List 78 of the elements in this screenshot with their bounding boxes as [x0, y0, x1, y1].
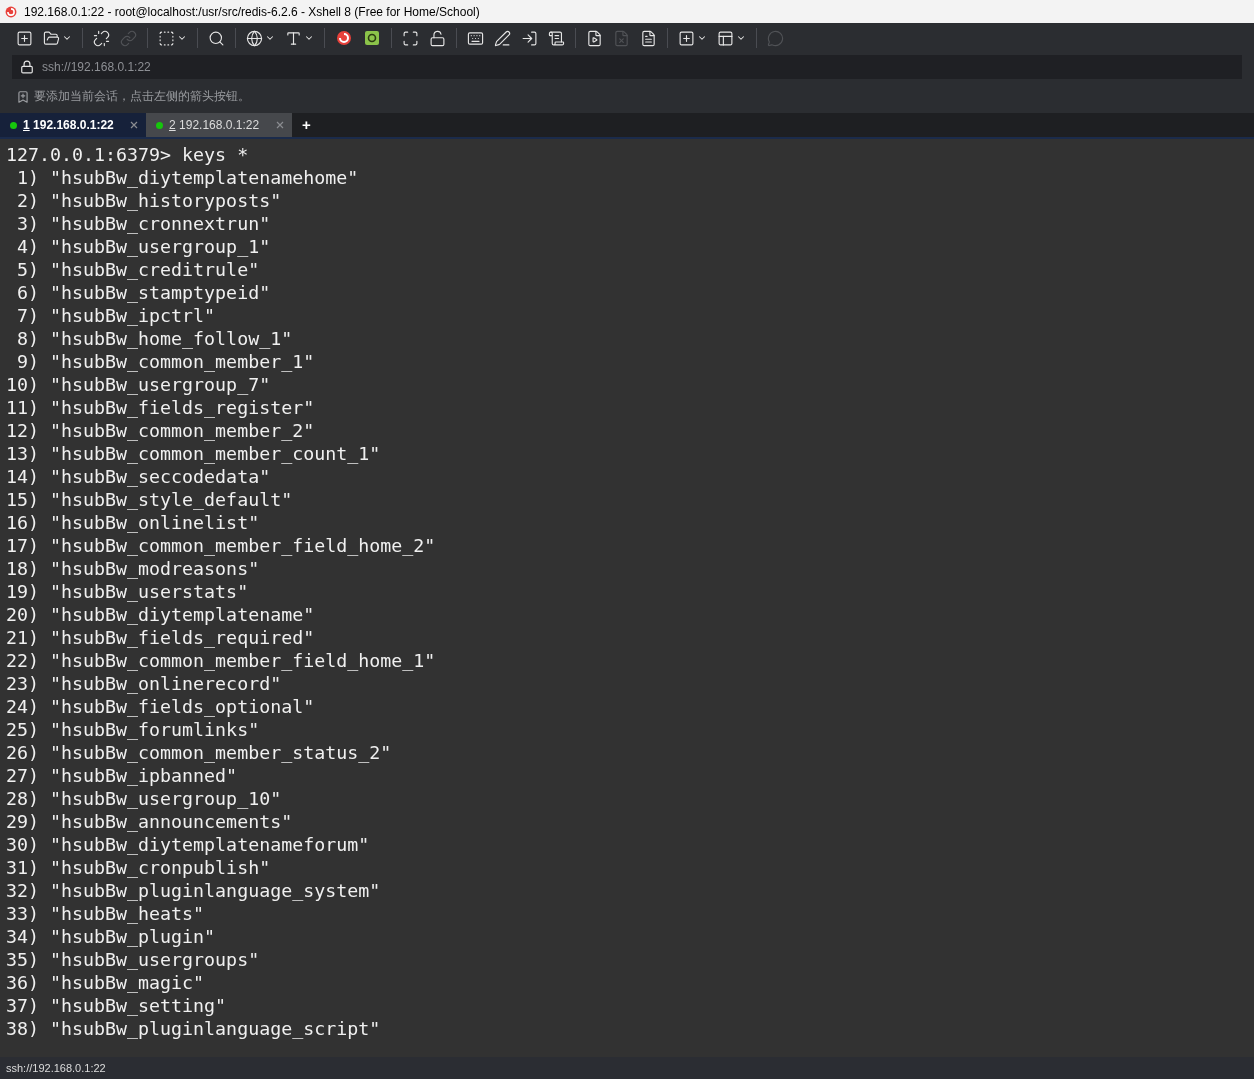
document-icon: [640, 29, 657, 47]
terminal-line: 5) "hsubBw_creditrule": [16, 258, 260, 281]
lock-icon: [20, 60, 34, 74]
terminal-line: 30) "hsubBw_diytemplatenameforum": [6, 833, 370, 856]
terminal-line: 27) "hsubBw_ipbanned": [6, 764, 238, 787]
terminal-line: 19) "hsubBw_userstats": [6, 580, 249, 603]
link-icon: [120, 29, 137, 47]
terminal-line: 2) "hsubBw_historyposts": [16, 189, 282, 212]
globe-icon: [246, 29, 263, 47]
folder-icon: [43, 29, 60, 47]
terminal-line: 3) "hsubBw_cronnextrun": [16, 212, 271, 235]
terminal-line: 28) "hsubBw_usergroup_10": [6, 787, 282, 810]
terminal-line: 21) "hsubBw_fields_required": [6, 626, 315, 649]
document-icon: [613, 29, 630, 47]
terminal-line: 1) "hsubBw_diytemplatenamehome": [16, 166, 359, 189]
terminal-line: 15) "hsubBw_style_default": [6, 488, 293, 511]
terminal-line: 13) "hsubBw_common_member_count_1": [6, 442, 381, 465]
terminal-line: 16) "hsubBw_onlinelist": [6, 511, 260, 534]
play-document-icon: [586, 29, 603, 47]
terminal-line: 37) "hsubBw_setting": [6, 994, 227, 1017]
terminal-line: 31) "hsubBw_cronpublish": [6, 856, 271, 879]
terminal-line: 22) "hsubBw_common_member_field_home_1": [6, 649, 436, 672]
chat-icon: [767, 29, 784, 47]
terminal-line: 29) "hsubBw_announcements": [6, 810, 293, 833]
terminal-line: 36) "hsubBw_magic": [6, 971, 205, 994]
add-tab-icon: [678, 29, 695, 47]
caret-icon: [304, 33, 314, 43]
search-icon: [208, 29, 225, 47]
session-hint: 要添加当前会话，点击左侧的箭头按钮。: [34, 89, 250, 105]
address-bar[interactable]: ssh://192.168.0.1:22: [12, 55, 1242, 79]
swirl-logo-icon: [335, 29, 353, 47]
terminal-line: 14) "hsubBw_seccodedata": [6, 465, 271, 488]
terminal-line: 24) "hsubBw_fields_optional": [6, 695, 315, 718]
terminal-line: 20) "hsubBw_diytemplatename": [6, 603, 315, 626]
xftp-logo-icon: [363, 29, 381, 47]
terminal-line: 6) "hsubBw_stamptypeid": [16, 281, 271, 304]
terminal-line: 26) "hsubBw_common_member_status_2": [6, 741, 392, 764]
terminal-line: 127.0.0.1:6379> keys *: [6, 143, 249, 166]
terminal-line: 35) "hsubBw_usergroups": [6, 948, 260, 971]
terminal-line: 23) "hsubBw_onlinerecord": [6, 672, 282, 695]
terminal-line: 11) "hsubBw_fields_register": [6, 396, 315, 419]
layout-icon: [717, 29, 734, 47]
session-tab[interactable]: 1 192.168.0.1:22: [0, 113, 146, 137]
terminal-line: 38) "hsubBw_pluginlanguage_script": [6, 1017, 381, 1040]
terminal-line: 25) "hsubBw_forumlinks": [6, 718, 260, 741]
terminal-line: 12) "hsubBw_common_member_2": [6, 419, 315, 442]
terminal-line: 33) "hsubBw_heats": [6, 902, 205, 925]
close-icon[interactable]: [276, 121, 284, 129]
terminal-line: 17) "hsubBw_common_member_field_home_2": [6, 534, 436, 557]
window-title: 192.168.0.1:22 - root@localhost:/usr/src/redis-6.2.6 - Xshell 8 (Free for Home/School): [24, 3, 480, 21]
script-icon: [548, 29, 565, 47]
login-icon: [521, 29, 538, 47]
caret-icon: [62, 33, 72, 43]
caret-icon: [177, 33, 187, 43]
lock-icon: [429, 29, 446, 47]
close-icon[interactable]: [130, 121, 138, 129]
status-text: ssh://192.168.0.1:22: [6, 1060, 106, 1076]
add-session-icon[interactable]: [16, 90, 30, 104]
terminal-line: 32) "hsubBw_pluginlanguage_system": [6, 879, 381, 902]
session-tab[interactable]: 2 192.168.0.1:22: [146, 113, 292, 137]
caret-icon: [697, 33, 707, 43]
caret-icon: [265, 33, 275, 43]
pen-icon: [494, 29, 511, 47]
keyboard-icon: [467, 29, 484, 47]
terminal-line: 7) "hsubBw_ipctrl": [16, 304, 216, 327]
font-icon: [285, 29, 302, 47]
terminal-line: 8) "hsubBw_home_follow_1": [16, 327, 293, 350]
swirl-logo-icon: [4, 4, 18, 19]
terminal-line: 18) "hsubBw_modreasons": [6, 557, 260, 580]
terminal-line: 4) "hsubBw_usergroup_1": [16, 235, 271, 258]
broken-link-icon: [93, 29, 110, 47]
terminal-line: 9) "hsubBw_common_member_1": [16, 350, 315, 373]
new-tab-button[interactable]: +: [292, 113, 321, 137]
terminal-line: 10) "hsubBw_usergroup_7": [6, 373, 271, 396]
terminal-line: 34) "hsubBw_plugin": [6, 925, 216, 948]
fullscreen-icon: [402, 29, 419, 47]
caret-icon: [736, 33, 746, 43]
new-session-icon: [16, 29, 33, 47]
